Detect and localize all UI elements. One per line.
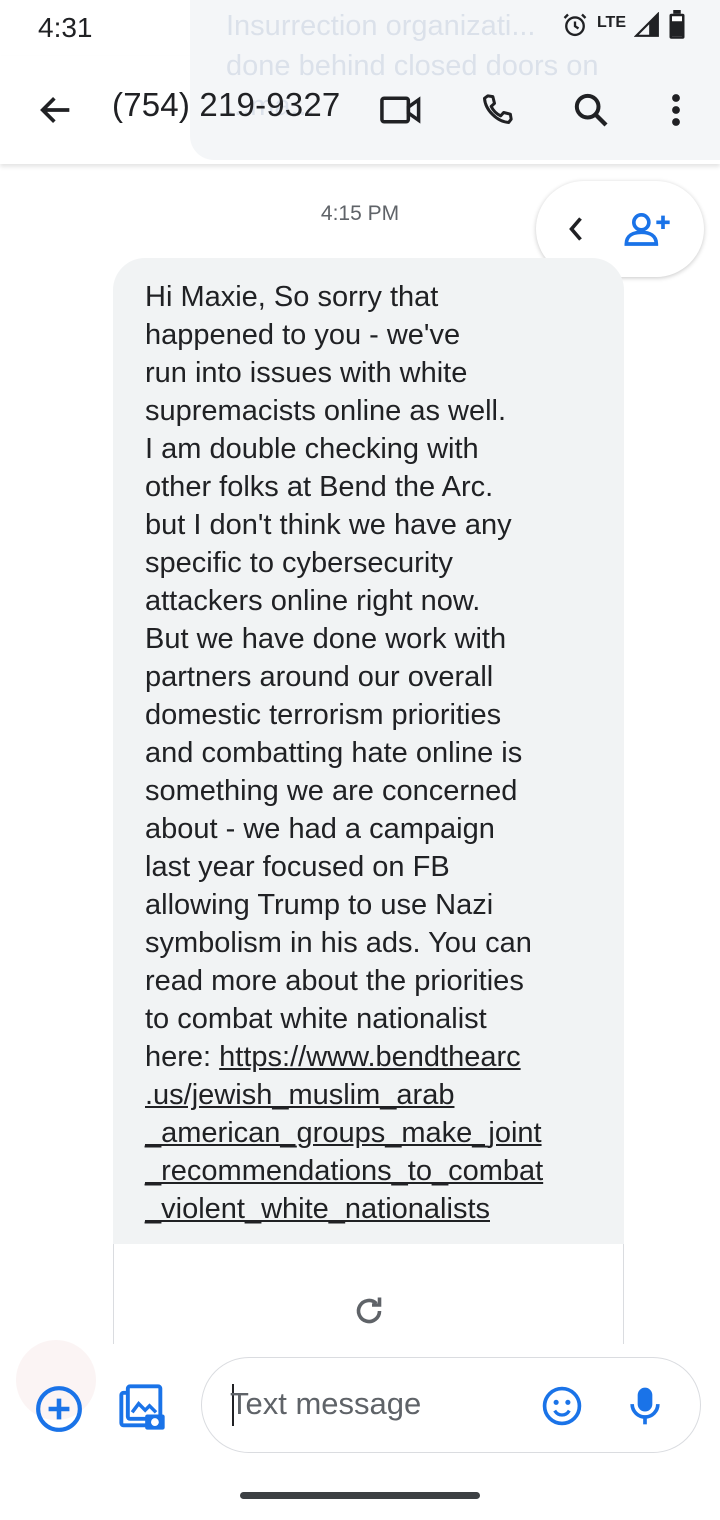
back-arrow-icon[interactable] [28,86,84,134]
mic-icon[interactable] [622,1380,668,1432]
app-bar: (754) 219-9327 [0,56,720,164]
search-icon[interactable] [564,84,618,136]
phone-icon[interactable] [470,84,524,136]
status-icons: LTE [561,10,686,45]
add-contact-icon[interactable] [618,205,678,253]
battery-icon [668,10,686,45]
network-type: LTE [596,13,626,31]
compose-bar: Text message [0,1340,720,1470]
add-circle-icon[interactable] [32,1382,86,1436]
message-body: Hi Maxie, So sorry that happened to you … [145,281,532,1073]
message-bubble[interactable]: Hi Maxie, So sorry that happened to you … [113,258,624,1244]
signal-icon [633,11,660,43]
gesture-handle[interactable] [240,1492,480,1499]
message-input[interactable]: Text message [201,1357,701,1453]
contact-title: (754) 219-9327 [112,86,341,123]
emoji-icon[interactable] [536,1380,588,1432]
gallery-icon[interactable] [116,1380,170,1436]
status-time: 4:31 [38,12,93,43]
message-input-placeholder: Text message [230,1386,422,1421]
refresh-icon[interactable] [346,1288,392,1334]
more-vert-icon[interactable] [654,84,698,136]
video-call-icon[interactable] [376,86,426,134]
link-preview-card[interactable] [113,1244,624,1344]
message-text: Hi Maxie, So sorry that happened to you … [145,278,605,1228]
chevron-left-icon[interactable] [556,207,596,251]
alarm-icon [561,11,589,44]
